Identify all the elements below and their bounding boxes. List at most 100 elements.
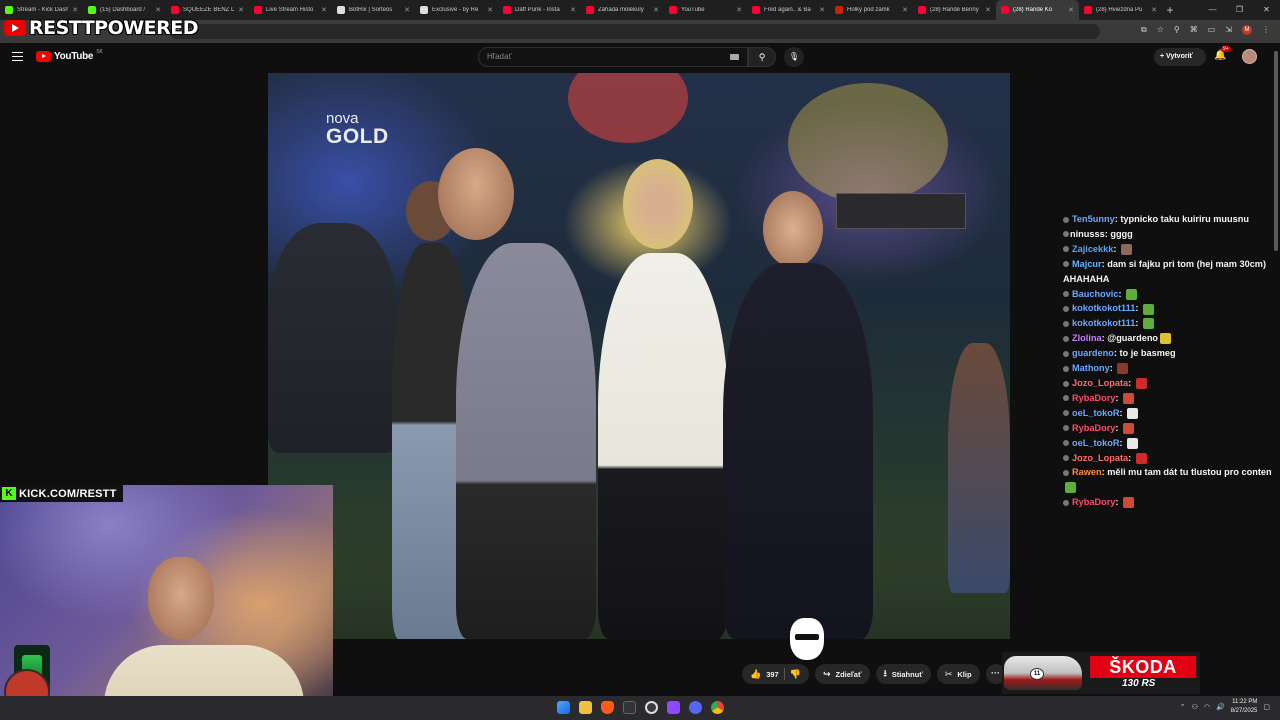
tab-close-icon[interactable]: ✕ [1151, 6, 1157, 14]
browser-toolbar-icons: ⧉ ☆ ⚲ ⌘ ▭ ⇲ M ⋮ [1141, 25, 1270, 35]
tab-close-icon[interactable]: ✕ [72, 6, 78, 14]
chat-text: typnicko taku kuiriru muusnu [1120, 214, 1249, 224]
video-player[interactable]: nova GOLD [268, 73, 1010, 639]
skoda-ad-banner: 11 ŠKODA 130 RS [1002, 652, 1200, 694]
kick-logo-icon: K [2, 487, 16, 500]
tab-close-icon[interactable]: ✕ [404, 6, 410, 14]
tab-close-icon[interactable]: ✕ [238, 6, 244, 14]
create-button[interactable]: + Vytvoriť [1154, 48, 1206, 66]
page-scrollbar[interactable] [1272, 43, 1280, 696]
brave-browser-icon[interactable] [601, 701, 614, 714]
voice-search-button[interactable]: 🎙 [784, 47, 804, 67]
notifications-icon[interactable]: ▢ [1263, 703, 1270, 711]
country-code: SK [96, 48, 103, 55]
chat-message: kokotkokot111: [1063, 301, 1278, 316]
tab-close-icon[interactable]: ✕ [570, 6, 576, 14]
clip-button[interactable]: ✂ Klip [936, 664, 980, 684]
browser-tab[interactable]: Záhada molekuly ✕ [581, 0, 664, 20]
chat-badge-icon [1063, 380, 1069, 387]
thumbs-down-icon[interactable]: 👎 [790, 669, 801, 680]
browser-tab[interactable]: Daft Punk - Insta ✕ [498, 0, 581, 20]
volume-icon[interactable]: 🔊 [1216, 703, 1225, 711]
chat-separator: : [1128, 377, 1134, 388]
audience [948, 343, 1010, 593]
browser-menu-icon[interactable]: ⋮ [1262, 25, 1270, 35]
tab-close-icon[interactable]: ✕ [321, 6, 327, 14]
extension-icon[interactable]: ⚲ [1174, 25, 1180, 35]
search-icon: ⚲ [758, 52, 766, 62]
browser-tab[interactable]: (28) Rande Benny ✕ [913, 0, 996, 20]
wifi-icon[interactable]: ◠ [1204, 703, 1210, 711]
windows-start-icon[interactable] [557, 701, 570, 714]
puzzle-icon[interactable]: ⌘ [1190, 25, 1198, 35]
audience [268, 223, 398, 453]
sidepanel-icon[interactable]: ▭ [1208, 25, 1216, 35]
maximize-button[interactable]: ❐ [1226, 0, 1253, 20]
chat-badge-icon [1063, 231, 1069, 238]
tab-close-icon[interactable]: ✕ [736, 6, 742, 14]
thumbs-up-icon[interactable]: 👍 [750, 669, 761, 680]
chat-text: ninusss: gggg [1070, 228, 1133, 239]
search-input[interactable]: Hľadať [478, 47, 748, 67]
download-label: Stiahnuť [891, 669, 923, 679]
url-field[interactable]: E-_6u4 [170, 24, 1100, 39]
chat-badge-icon [1063, 291, 1069, 298]
chat-message: oeL_tokoR: [1063, 436, 1278, 451]
tab-title: (28) Hviezdna Pu [1096, 7, 1143, 13]
browser-tab[interactable]: (28) Rande Ko ✕ [996, 0, 1079, 20]
chat-username: Zlolina [1072, 333, 1102, 344]
browser-tab[interactable]: Live Stream Histo ✕ [249, 0, 332, 20]
chevron-up-icon[interactable]: ⌃ [1180, 703, 1186, 711]
tab-favicon-icon [1084, 6, 1092, 14]
scrollbar-thumb[interactable] [1274, 51, 1278, 251]
profile-avatar[interactable]: M [1242, 25, 1252, 35]
keyboard-icon[interactable] [730, 54, 739, 60]
tab-close-icon[interactable]: ✕ [1068, 6, 1074, 14]
search-button[interactable]: ⚲ [748, 47, 776, 67]
cast-icon[interactable]: ⧉ [1141, 25, 1147, 35]
chat-username: kokotkokot111 [1072, 318, 1136, 329]
chat-badge-icon [1063, 350, 1069, 357]
browser-tab[interactable]: Exclusive - by Re ✕ [415, 0, 498, 20]
channel-bug-top: nova [326, 110, 359, 127]
discord-icon[interactable] [689, 701, 702, 714]
clock-time: 11:22 PM [1232, 699, 1258, 705]
tab-search-icon[interactable]: ⇲ [1225, 25, 1232, 35]
chrome-icon[interactable] [711, 701, 724, 714]
chat-badge-icon [1063, 365, 1069, 372]
tab-close-icon[interactable]: ✕ [819, 6, 825, 14]
obs-icon[interactable] [645, 701, 658, 714]
youtube-header: YouTube SK Hľadať ⚲ 🎙 + Vytvoriť 🔔 9+ [0, 43, 1280, 72]
tab-close-icon[interactable]: ✕ [155, 6, 161, 14]
twitch-icon[interactable] [667, 701, 680, 714]
close-window-button[interactable]: ✕ [1253, 0, 1280, 20]
tab-close-icon[interactable]: ✕ [985, 6, 991, 14]
youtube-logo-icon [36, 51, 51, 62]
share-icon: ↪ [822, 668, 831, 679]
browser-tab[interactable]: YouTube ✕ [664, 0, 747, 20]
browser-tab[interactable]: Fred again.. & Ba ✕ [747, 0, 830, 20]
chat-username: Ten5unny [1072, 214, 1115, 224]
minimize-button[interactable]: — [1199, 0, 1226, 20]
tab-favicon-icon [1001, 6, 1009, 14]
bookmark-star-icon[interactable]: ☆ [1157, 25, 1164, 35]
clock[interactable]: 11:22 PM 8/27/2025 [1231, 698, 1258, 716]
download-button[interactable]: ⭳ Stiahnuť [875, 664, 931, 684]
hamburger-menu-icon[interactable] [12, 52, 23, 61]
file-explorer-icon[interactable] [579, 701, 592, 714]
youtube-logo[interactable]: YouTube SK [36, 48, 103, 62]
like-count[interactable]: 397 [766, 670, 779, 679]
account-avatar[interactable] [1242, 49, 1257, 64]
tab-close-icon[interactable]: ✕ [902, 6, 908, 14]
tab-close-icon[interactable]: ✕ [487, 6, 493, 14]
kick-url-text: KICK.COM/RESTT [19, 487, 117, 500]
new-tab-button[interactable]: + [1162, 3, 1178, 17]
terminal-icon[interactable] [623, 701, 636, 714]
download-icon: ⭳ [883, 668, 887, 678]
share-button[interactable]: ↪ Zdieľať [814, 664, 870, 684]
browser-tab[interactable]: Holky pod zámk ✕ [830, 0, 913, 20]
browser-tab[interactable]: (28) Hviezdna Pu ✕ [1079, 0, 1162, 20]
browser-tab[interactable]: BotRix | Sorteos ✕ [332, 0, 415, 20]
usb-icon[interactable]: ⚇ [1192, 703, 1198, 711]
tab-close-icon[interactable]: ✕ [653, 6, 659, 14]
